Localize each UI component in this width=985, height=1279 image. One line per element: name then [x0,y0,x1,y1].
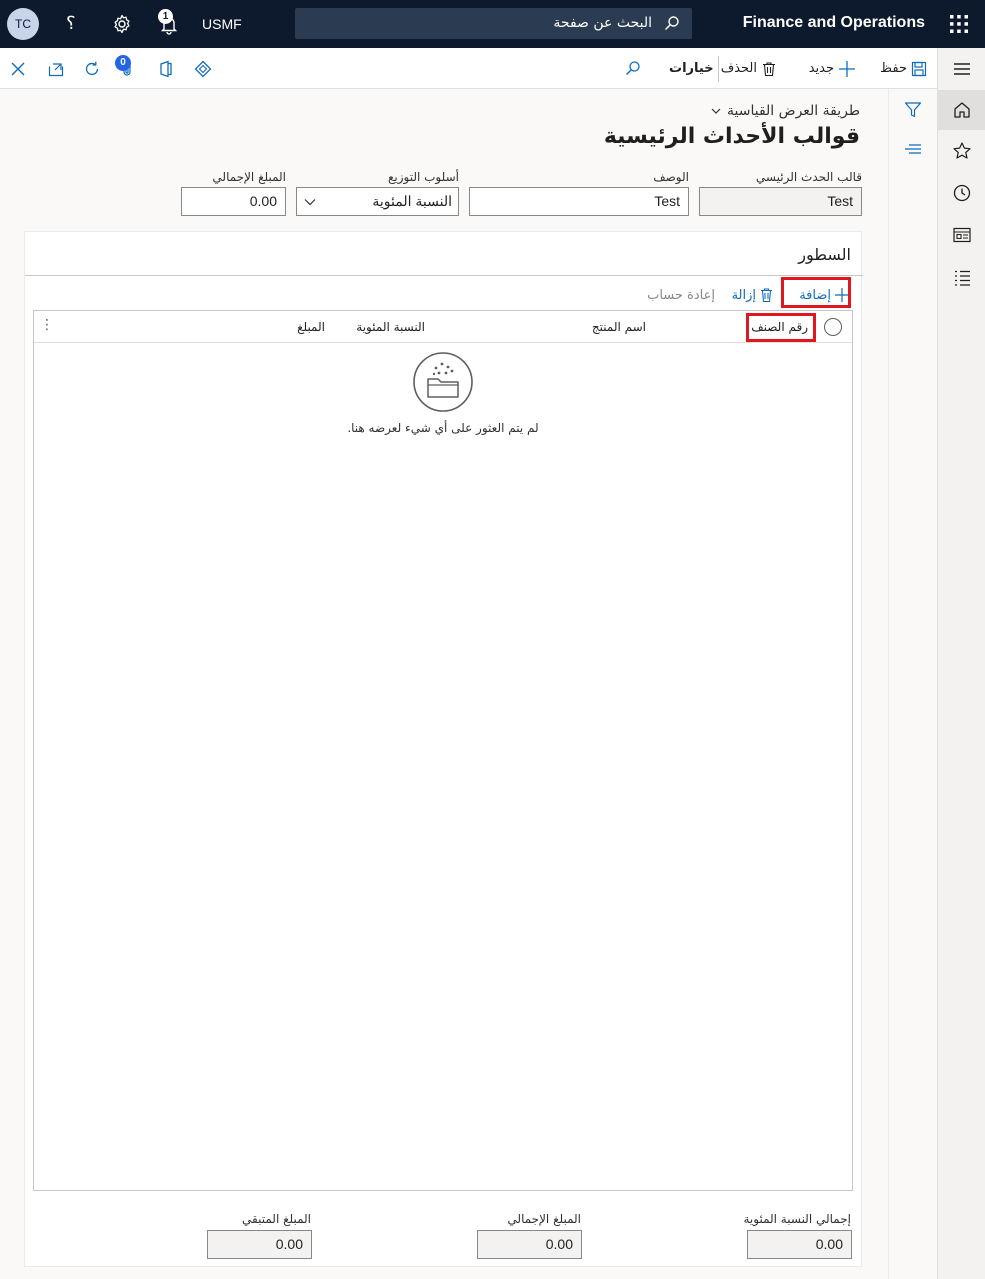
footer-total-amount-label: المبلغ الإجمالي [507,1212,581,1226]
plus-icon [838,60,856,78]
clock-icon[interactable] [952,183,972,203]
lines-section: السطور إضافة إزالة إعادة حساب رقم الصنف … [24,231,863,1267]
total-percentage-field: 0.00 [747,1230,852,1259]
empty-grid-message: لم يتم العثور على أي شيء لعرضه هنا. [347,421,539,435]
delete-label: الحذف [720,61,757,76]
column-header-amount[interactable]: المبلغ [297,320,325,334]
notification-badge: 1 [158,9,173,24]
find-icon[interactable] [625,60,641,76]
allocation-method-value: النسبة المئوية [372,193,452,209]
more-options-icon[interactable]: ⋮ [40,317,54,333]
allocation-method-select[interactable]: النسبة المئوية [296,187,459,216]
save-icon [911,61,927,77]
chevron-down-icon [304,197,316,207]
allocation-method-label: أسلوب التوزيع [387,170,459,184]
help-icon[interactable]: ؟ [66,13,76,34]
top-navigation-bar: TC ؟ 1 USMF البحث عن صفحة Finance and Op… [0,0,985,48]
trash-icon [761,61,777,77]
user-avatar[interactable]: TC [7,8,39,40]
search-placeholder: البحث عن صفحة [553,15,652,31]
grid-header-row: رقم الصنف اسم المنتج النسبة المئوية المب… [34,311,852,343]
description-label: الوصف [653,170,689,184]
home-icon[interactable] [952,100,972,120]
related-info-icon[interactable] [903,139,923,159]
lines-divider [25,275,863,276]
remaining-amount-field: 0.00 [207,1230,312,1259]
search-icon [664,15,680,31]
add-button-highlight [781,277,851,308]
page-side-tools [888,89,937,1279]
refresh-icon[interactable] [83,60,101,78]
lines-grid: رقم الصنف اسم المنتج النسبة المئوية المب… [33,310,853,1191]
total-percentage-label: إجمالي النسبة المئوية [743,1212,851,1226]
remaining-amount-label: المبلغ المتبقي [242,1212,311,1226]
view-selector[interactable]: طريقة العرض القياسية [711,103,860,119]
navigation-rail [937,48,985,1279]
trash-icon [760,288,773,302]
office-icon[interactable] [157,60,175,78]
view-selector-label: طريقة العرض القياسية [727,103,860,119]
remove-label: إزالة [731,287,756,303]
template-field[interactable]: Test [699,187,862,216]
attachment-count-badge: 0 [115,55,131,71]
open-new-window-icon[interactable] [47,60,65,78]
search-input[interactable]: البحث عن صفحة [295,8,692,39]
chevron-down-icon [711,106,721,116]
item-number-highlight [746,313,816,342]
close-icon[interactable] [9,60,27,78]
filter-icon[interactable] [903,100,923,120]
template-label: قالب الحدث الرئيسي [755,170,862,184]
save-button[interactable]: حفظ [880,48,927,89]
delete-button[interactable]: الحذف [721,48,777,89]
power-apps-icon[interactable] [194,60,212,78]
waffle-icon[interactable] [949,14,969,34]
column-header-product-name[interactable]: اسم المنتج [592,320,646,334]
save-label: حفظ [880,61,907,76]
total-amount-label: المبلغ الإجمالي [212,170,286,184]
options-tab[interactable]: خيارات [669,48,714,89]
action-divider [718,56,719,82]
select-all-radio[interactable] [824,318,842,336]
total-amount-field[interactable]: 0.00 [181,187,286,216]
workspace-icon[interactable] [952,225,972,245]
list-icon[interactable] [952,267,972,287]
column-header-percentage[interactable]: النسبة المئوية [356,320,425,334]
empty-folder-icon [412,351,474,413]
gear-icon[interactable] [112,14,132,34]
recalculate-button[interactable]: إعادة حساب [647,284,715,306]
remove-line-button[interactable]: إزالة [732,284,773,306]
page-title: قوالب الأحداث الرئيسية [603,124,860,149]
new-button[interactable]: جديد [809,48,856,89]
lines-title: السطور [798,245,851,264]
description-field[interactable]: Test [469,187,689,216]
hamburger-icon[interactable] [952,59,972,79]
star-icon[interactable] [952,141,972,161]
app-title: Finance and Operations [742,14,925,31]
footer-total-amount-field: 0.00 [477,1230,582,1259]
action-pane: حفظ جديد الحذف خيارات [0,48,937,89]
company-picker[interactable]: USMF [202,16,242,32]
new-label: جديد [808,61,834,76]
